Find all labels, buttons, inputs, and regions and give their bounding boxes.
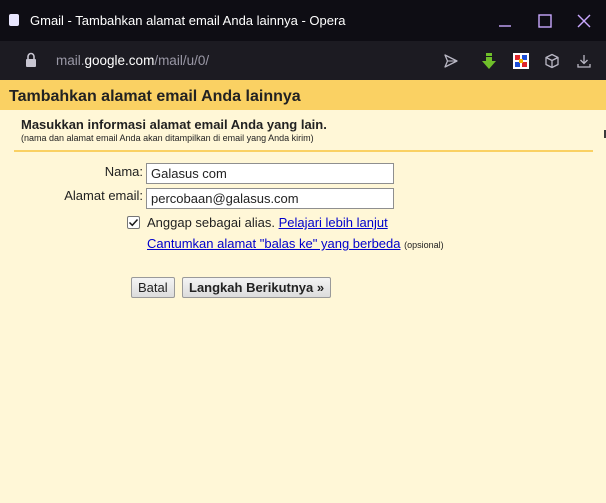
url-host: google.com (84, 53, 155, 68)
download-extension-button[interactable] (478, 50, 500, 72)
alias-label: Anggap sebagai alias. (147, 215, 275, 230)
maximize-button[interactable] (532, 8, 558, 34)
close-button[interactable] (571, 8, 597, 34)
name-label: Nama: (104, 164, 143, 179)
learn-more-link[interactable]: Pelajari lebih lanjut (279, 215, 388, 230)
title-bar: Gmail - Tambahkan alamat email Anda lain… (0, 0, 606, 41)
close-icon (577, 14, 591, 28)
divider (14, 150, 593, 152)
gmail-app-icon (9, 14, 19, 26)
alias-checkbox[interactable] (127, 216, 140, 229)
minimize-icon (499, 25, 511, 27)
extension-button[interactable] (510, 50, 532, 72)
address-bar[interactable]: mail.google.com/mail/u/0/ (0, 41, 606, 80)
reply-to-option: Cantumkan alamat "balas ke" yang berbeda… (147, 236, 444, 253)
minimize-button[interactable] (492, 8, 518, 34)
section-note: (nama dan alamat email Anda akan ditampi… (21, 133, 314, 143)
checkmark-icon (128, 218, 139, 227)
cancel-button[interactable]: Batal (131, 277, 175, 298)
page-header: Tambahkan alamat email Anda lainnya (0, 80, 606, 110)
page-content: Tambahkan alamat email Anda lainnya Masu… (0, 80, 606, 503)
url-prefix: mail. (56, 53, 85, 68)
email-input[interactable] (146, 188, 394, 209)
url-path: /mail/u/0/ (154, 53, 210, 68)
next-step-button[interactable]: Langkah Berikutnya » (182, 277, 332, 298)
lock-icon (26, 52, 36, 67)
download-arrow-icon (482, 53, 496, 69)
maximize-icon (538, 14, 552, 28)
browser-window: Gmail - Tambahkan alamat email Anda lain… (0, 0, 606, 503)
email-label: Alamat email: (64, 188, 143, 203)
alias-option: Anggap sebagai alias. Pelajari lebih lan… (147, 215, 388, 231)
optional-note: (opsional) (404, 240, 444, 250)
cube-button[interactable] (541, 50, 563, 72)
extension-icon (513, 53, 529, 69)
send-button[interactable] (440, 50, 462, 72)
window-title: Gmail - Tambahkan alamat email Anda lain… (30, 13, 346, 28)
page-title: Tambahkan alamat email Anda lainnya (9, 88, 301, 105)
name-input[interactable] (146, 163, 394, 184)
cube-icon (545, 53, 559, 69)
downloads-icon (577, 55, 591, 68)
send-icon (444, 54, 458, 68)
reply-to-link[interactable]: Cantumkan alamat "balas ke" yang berbeda (147, 236, 401, 251)
downloads-button[interactable] (573, 50, 595, 72)
url-text[interactable]: mail.google.com/mail/u/0/ (56, 52, 209, 69)
section-title: Masukkan informasi alamat email Anda yan… (21, 117, 327, 132)
